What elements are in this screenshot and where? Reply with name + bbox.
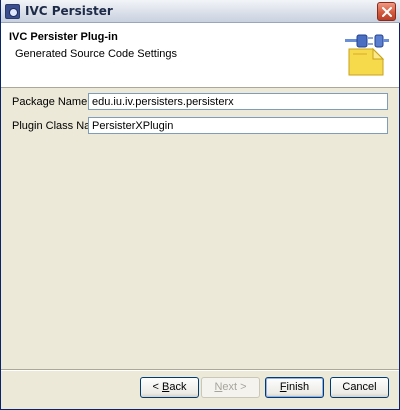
close-button[interactable]: [377, 2, 396, 21]
button-bar-separator: [1, 369, 399, 371]
banner-title: IVC Persister Plug-in: [9, 31, 118, 43]
title-bar[interactable]: IVC Persister: [1, 0, 400, 23]
finish-button[interactable]: Finish: [265, 377, 324, 398]
banner-description: Generated Source Code Settings: [15, 48, 178, 60]
plugin-connector-icon: [345, 34, 389, 76]
back-button[interactable]: < Back: [140, 377, 199, 398]
package-name-input[interactable]: [88, 93, 388, 110]
wizard-banner: IVC Persister Plug-in Generated Source C…: [1, 23, 399, 88]
plugin-class-name-input[interactable]: [88, 117, 388, 134]
package-name-label: Package Name:: [12, 96, 91, 108]
cancel-button[interactable]: Cancel: [330, 377, 389, 398]
app-icon: [5, 4, 20, 19]
next-button[interactable]: Next >: [201, 377, 260, 398]
close-icon: [382, 7, 392, 17]
window-title: IVC Persister: [25, 4, 113, 18]
dialog-window: IVC Persister IVC Persister Plug-in Gene…: [0, 0, 400, 410]
